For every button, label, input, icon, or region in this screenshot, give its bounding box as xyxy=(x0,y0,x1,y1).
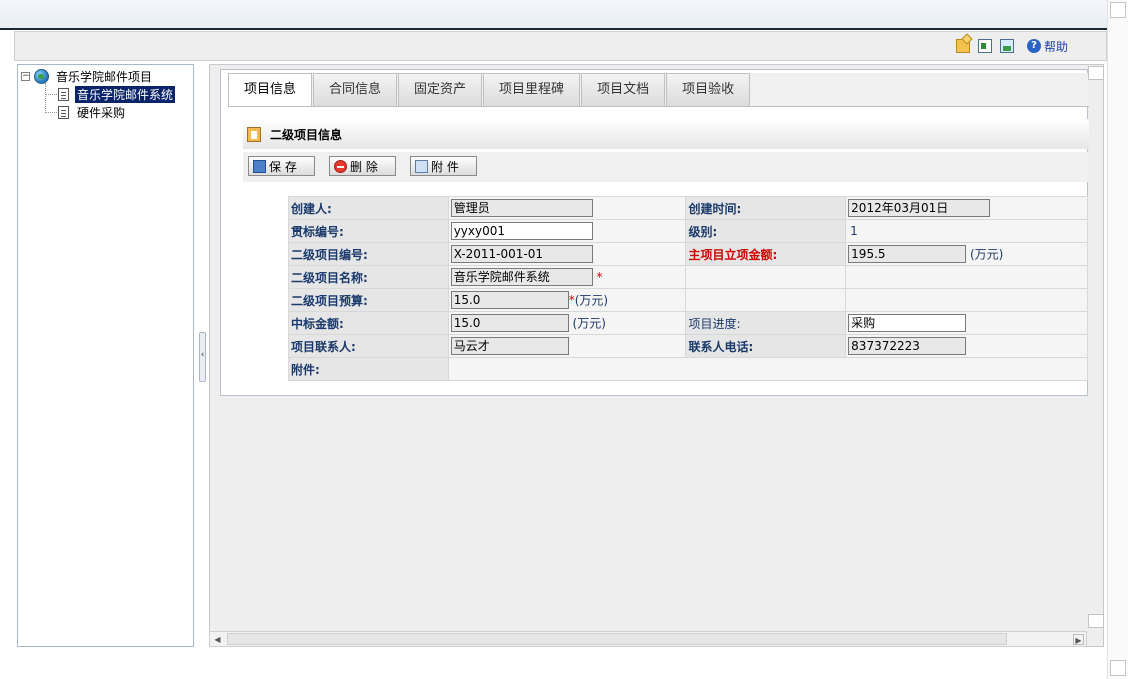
form-row: 创建人: 管理员 创建时间: 2012年03月01日 xyxy=(288,196,1088,220)
clipboard-icon xyxy=(247,126,261,142)
delete-label: 删 除 xyxy=(350,159,378,174)
document-icon xyxy=(58,87,69,101)
created-time-label: 创建时间: xyxy=(685,196,847,220)
save-button[interactable]: 保 存 xyxy=(248,156,315,176)
form-row: 附件: xyxy=(288,357,1089,381)
attachment-area xyxy=(447,357,1089,381)
created-time-field[interactable]: 2012年03月01日 xyxy=(848,199,991,217)
help-link[interactable]: ? 帮助 xyxy=(1027,38,1068,54)
creator-label: 创建人: xyxy=(288,196,449,220)
project-form: 创建人: 管理员 创建时间: 2012年03月01日 贯标编号: yyxy001… xyxy=(288,196,1089,381)
project-panel: 项目信息 合同信息 固定资产 项目里程碑 项目文档 项目验收 二级项目信息 保 … xyxy=(220,69,1089,396)
form-row: 中标金额: 15.0 (万元) 项目进度: 采购 xyxy=(288,311,1088,335)
tree-node-root[interactable]: − 音乐学院邮件项目 xyxy=(21,68,154,84)
tab-documents[interactable]: 项目文档 xyxy=(581,73,666,106)
sub-name-label: 二级项目名称: xyxy=(288,265,449,289)
tree-node-label: 音乐学院邮件项目 xyxy=(56,69,153,84)
scroll-left-icon[interactable]: ◀ xyxy=(212,634,223,645)
document-icon xyxy=(58,105,69,119)
main-amount-field[interactable]: 195.5 xyxy=(848,245,967,263)
form-row: 二级项目预算: 15.0 *(万元) xyxy=(288,288,1088,312)
sub-name-field[interactable]: 音乐学院邮件系统 xyxy=(450,268,593,286)
section-header: 二级项目信息 xyxy=(243,119,1089,149)
progress-label: 项目进度: xyxy=(685,311,847,335)
scroll-down-button[interactable] xyxy=(1110,660,1126,676)
sub-no-label: 二级项目编号: xyxy=(288,242,449,266)
action-bar: 保 存 删 除 附 件 xyxy=(243,152,1089,182)
save-label: 保 存 xyxy=(269,159,297,174)
tab-contract-info[interactable]: 合同信息 xyxy=(313,73,398,106)
won-amount-field[interactable]: 15.0 xyxy=(450,314,569,332)
tree-node-label: 硬件采购 xyxy=(77,105,126,120)
delete-button[interactable]: 删 除 xyxy=(329,156,396,176)
contact-field[interactable]: 马云才 xyxy=(450,337,569,355)
tree-node-label: 音乐学院邮件系统 xyxy=(75,85,176,103)
phone-label: 联系人电话: xyxy=(685,334,847,358)
tree-node-hardware[interactable]: 硬件采购 xyxy=(58,104,127,120)
form-row: 二级项目名称: 音乐学院邮件系统 * xyxy=(288,265,1088,289)
attachment-icon xyxy=(415,159,428,173)
tree-node-mail-system[interactable]: 音乐学院邮件系统 xyxy=(58,85,176,103)
required-mark: * xyxy=(596,270,603,284)
globe-icon xyxy=(34,68,49,84)
won-amount-label: 中标金额: xyxy=(288,311,449,335)
scroll-up-button[interactable] xyxy=(1088,66,1104,80)
folder-icon[interactable] xyxy=(956,39,970,53)
tab-divider xyxy=(228,106,1089,107)
budget-label: 二级项目预算: xyxy=(288,288,449,312)
save-icon xyxy=(253,159,266,173)
toolbar: ? 帮助 xyxy=(14,31,1107,61)
horizontal-scrollbar[interactable]: ◀ ▶ xyxy=(209,631,1087,647)
tab-fixed-assets[interactable]: 固定资产 xyxy=(398,73,483,106)
tree-connector xyxy=(46,112,57,113)
scroll-right-icon[interactable]: ▶ xyxy=(1073,634,1084,645)
contact-label: 项目联系人: xyxy=(288,334,449,358)
section-title: 二级项目信息 xyxy=(270,127,343,142)
exit-icon[interactable] xyxy=(978,39,992,53)
scroll-up-button[interactable] xyxy=(1110,2,1126,18)
tab-list: 项目信息 合同信息 固定资产 项目里程碑 项目文档 项目验收 xyxy=(228,73,751,107)
unit-label: (万元) xyxy=(970,247,1004,262)
level-value: 1 xyxy=(850,224,858,238)
level-label: 级别: xyxy=(685,219,847,243)
chevron-left-icon: ‹ xyxy=(200,350,205,360)
bid-no-label: 贯标编号: xyxy=(288,219,449,243)
bid-no-field[interactable]: yyxy001 xyxy=(450,222,593,240)
attach-button[interactable]: 附 件 xyxy=(410,156,477,176)
form-row: 贯标编号: yyxy001 级别: 1 xyxy=(288,219,1088,243)
picture-icon[interactable] xyxy=(1000,39,1014,53)
scroll-down-button[interactable] xyxy=(1088,614,1104,628)
project-tree: − 音乐学院邮件项目 音乐学院邮件系统 硬件采购 xyxy=(17,64,194,647)
window-vertical-scrollbar[interactable] xyxy=(1107,0,1128,679)
progress-field[interactable]: 采购 xyxy=(848,314,967,332)
budget-field[interactable]: 15.0 xyxy=(450,291,569,309)
top-banner xyxy=(0,0,1107,30)
delete-icon xyxy=(334,159,347,173)
collapse-toggle-icon[interactable]: − xyxy=(21,71,30,81)
main-amount-label: 主项目立项金额: xyxy=(685,242,847,266)
attachment-label: 附件: xyxy=(288,357,449,381)
unit-label: (万元) xyxy=(574,293,609,308)
main-content: 项目信息 合同信息 固定资产 项目里程碑 项目文档 项目验收 二级项目信息 保 … xyxy=(209,64,1104,647)
creator-field[interactable]: 管理员 xyxy=(450,199,593,217)
form-row: 二级项目编号: X-2011-001-01 主项目立项金额: 195.5 (万元… xyxy=(288,242,1088,266)
phone-field[interactable]: 837372223 xyxy=(848,337,967,355)
scrollbar-thumb[interactable] xyxy=(227,633,1007,645)
tree-connector xyxy=(46,94,57,95)
form-row: 项目联系人: 马云才 联系人电话: 837372223 xyxy=(288,334,1088,358)
tab-milestones[interactable]: 项目里程碑 xyxy=(483,73,581,106)
attach-label: 附 件 xyxy=(431,159,459,174)
help-icon: ? xyxy=(1027,39,1041,53)
tree-connector xyxy=(45,83,46,113)
unit-label: (万元) xyxy=(572,316,606,331)
panel-collapse-handle[interactable]: ‹ xyxy=(199,332,206,382)
tab-project-info[interactable]: 项目信息 xyxy=(228,73,313,107)
tab-acceptance[interactable]: 项目验收 xyxy=(666,73,751,106)
sub-no-field[interactable]: X-2011-001-01 xyxy=(450,245,593,263)
help-label: 帮助 xyxy=(1044,39,1069,54)
